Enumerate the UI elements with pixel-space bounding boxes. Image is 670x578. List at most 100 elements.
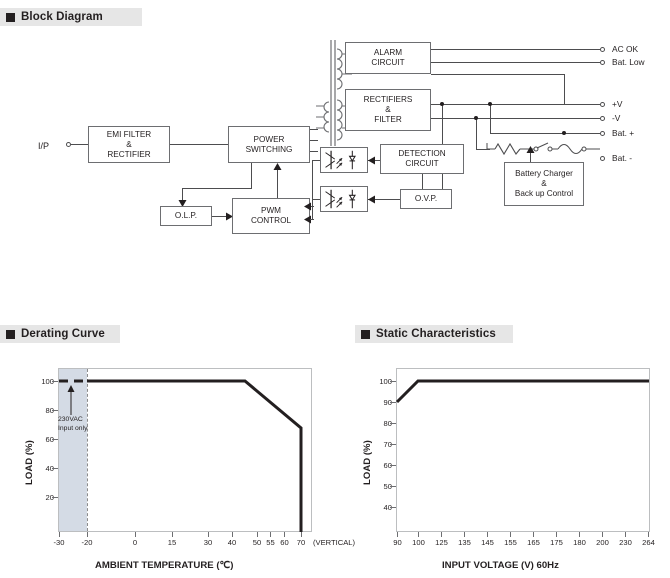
block-olp: O.L.P.	[160, 206, 212, 226]
arrow-charger-tap-icon	[526, 146, 535, 153]
ytick-label: 50	[383, 482, 392, 491]
wire-emi-to-power	[170, 144, 228, 145]
x-axis-title: INPUT VOLTAGE (V) 60Hz	[442, 560, 559, 571]
wire-opto2-to-pwm	[312, 199, 320, 200]
wire-power-to-transformer	[310, 129, 318, 130]
chart-derating-curve: 100 80 60 40 20 LOAD (%) 230VAC Input on…	[0, 360, 355, 578]
section-title: Derating Curve	[21, 328, 105, 340]
terminal-label-ac-ok: AC OK	[612, 44, 639, 54]
xtick-mark	[208, 532, 209, 537]
block-line: CONTROL	[250, 216, 292, 225]
xtick-label: 60	[280, 538, 289, 547]
arrow-ovp-opto-icon	[368, 195, 375, 204]
xtick-mark	[464, 532, 465, 537]
xtick-mark	[257, 532, 258, 537]
ytick-label: 100	[379, 377, 392, 386]
xtick-label: 264	[642, 538, 655, 547]
junction-dot	[562, 131, 566, 135]
optocoupler-icon	[320, 186, 368, 212]
bullet-square-icon	[361, 329, 370, 339]
xtick-mark	[87, 532, 88, 537]
xtick-mark	[556, 532, 557, 537]
block-line: Back up Control	[514, 189, 574, 198]
bullet-square-icon	[6, 12, 15, 22]
terminal-label-vminus: -V	[612, 113, 621, 123]
xtick-label: 200	[596, 538, 609, 547]
terminal-bat-low-icon	[600, 60, 605, 65]
block-diagram: I/P EMI FILTER & RECTIFIER POWER SWITCHI…	[0, 34, 670, 284]
terminal-label-bat-pos: Bat. +	[612, 128, 635, 138]
xtick-label: 175	[550, 538, 563, 547]
annotation-230vac-line2: Input only	[58, 425, 88, 432]
wire-rect-vplus	[431, 104, 600, 105]
xtick-mark	[270, 532, 271, 537]
xtick-mark	[487, 532, 488, 537]
xtick-label: 15	[167, 538, 177, 547]
xtick-label: 100	[412, 538, 425, 547]
junction-dot	[488, 102, 492, 106]
block-line: FILTER	[374, 115, 402, 124]
block-line: EMI FILTER	[106, 129, 152, 139]
block-line: &	[126, 139, 132, 149]
arrow-to-power-icon	[273, 163, 282, 170]
wire-vminus-branch	[476, 118, 477, 149]
wire-alarm-batlow	[431, 62, 600, 63]
x-axis-title: AMBIENT TEMPERATURE (℃)	[95, 560, 234, 571]
junction-dot	[440, 102, 444, 106]
wire-alarm-sense	[431, 74, 564, 75]
ytick-label: 60	[383, 461, 392, 470]
battery-charger-circuit-icon	[486, 142, 600, 156]
ytick-label: 60	[45, 435, 54, 444]
xtick-label: 125	[435, 538, 448, 547]
section-title: Static Characteristics	[376, 328, 496, 340]
block-line: SWITCHING	[245, 144, 293, 154]
wire-detect-to-ovp	[422, 174, 423, 189]
wire-opto1-to-pwm	[312, 160, 320, 161]
terminal-bat-pos-icon	[600, 131, 605, 136]
block-battery-charger: Battery Charger & Back up Control	[504, 162, 584, 206]
wire-power-to-transformer-2	[310, 140, 318, 141]
xtick-mark	[59, 532, 60, 537]
ytick-label: 20	[45, 493, 54, 502]
xtick-label: -30	[53, 538, 65, 547]
block-line: DETECTION	[398, 149, 446, 158]
xtick-label: 90	[393, 538, 402, 547]
xtick-label: 70	[296, 538, 306, 547]
wire-opto2-pwm-in	[310, 219, 314, 220]
xtick-label: 230	[619, 538, 632, 547]
wire-rect-vminus	[431, 118, 600, 119]
ytick-label: 80	[45, 406, 54, 415]
wire-power-down	[251, 163, 252, 188]
block-line: POWER	[253, 134, 285, 144]
wire-opto2-link	[312, 199, 313, 219]
block-detection-circuit: DETECTION CIRCUIT	[380, 144, 464, 174]
xtick-mark	[232, 532, 233, 537]
xtick-mark	[418, 532, 419, 537]
xtick-label: 40	[227, 538, 237, 547]
section-header-block-diagram: Block Diagram	[0, 8, 142, 26]
block-line: &	[385, 105, 391, 114]
block-pwm-control: PWM CONTROL	[232, 198, 310, 234]
section-header-static-characteristics: Static Characteristics	[355, 325, 513, 343]
terminal-label-vplus: +V	[612, 99, 623, 109]
wire-alarm-sense-down	[564, 74, 565, 104]
input-label: I/P	[38, 141, 50, 151]
section-title: Block Diagram	[21, 11, 103, 23]
block-line: O.V.P.	[414, 194, 438, 203]
block-rectifiers-filter: RECTIFIERS & FILTER	[345, 89, 431, 131]
wire-alarm-acok	[431, 49, 600, 50]
xtick-label: 0	[132, 538, 138, 547]
wire-input	[71, 144, 88, 145]
ytick-label: 100	[41, 377, 54, 386]
xtick-label: 180	[573, 538, 586, 547]
block-line: RECTIFIER	[107, 149, 151, 159]
arrow-detect-opto-icon	[368, 156, 375, 165]
arrow-opto1-icon	[304, 202, 311, 211]
terminal-bat-neg-icon	[600, 156, 605, 161]
chart-static-characteristics: 100 90 80 70 60 50 40 LOAD (%) 90 100 12…	[350, 360, 670, 578]
block-ovp: O.V.P.	[400, 189, 452, 209]
ytick-label: 40	[45, 464, 54, 473]
annotation-arrow-icon	[67, 385, 75, 415]
wire-power-to-olp-feed	[182, 188, 252, 189]
xtick-mark	[301, 532, 302, 537]
